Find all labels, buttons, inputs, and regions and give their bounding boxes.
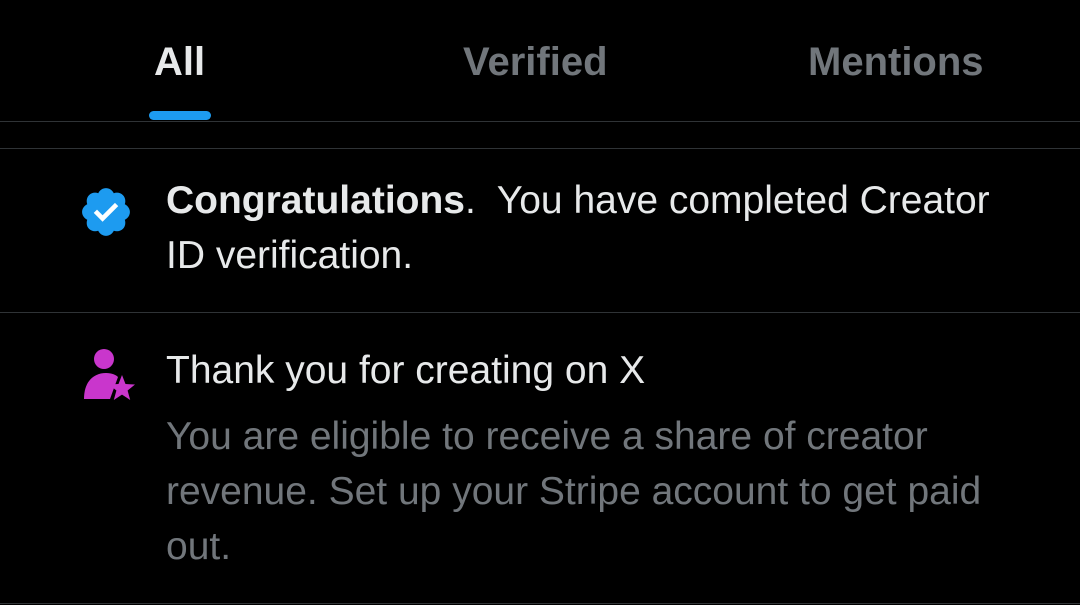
creator-title: Thank you for creating on X: [166, 349, 646, 392]
bottom-divider: [0, 603, 1080, 604]
creator-star-icon: [80, 347, 138, 408]
tab-verified[interactable]: Verified: [463, 38, 608, 86]
creator-body: You are eligible to receive a share of c…: [166, 415, 982, 568]
tabs-divider: [0, 121, 1080, 122]
verification-message-bold: Congratulations: [166, 179, 465, 222]
verification-message: Congratulations. You have completed Crea…: [166, 173, 1026, 283]
notification-item-verification[interactable]: Congratulations. You have completed Crea…: [0, 149, 1080, 312]
verified-badge-icon: [78, 184, 134, 245]
active-tab-indicator: [149, 111, 211, 120]
tab-mentions[interactable]: Mentions: [808, 38, 984, 86]
notification-item-creator[interactable]: Thank you for creating on X You are elig…: [0, 313, 1080, 604]
notification-tabs: All Verified Mentions: [0, 0, 1080, 121]
tab-all[interactable]: All: [154, 38, 205, 86]
